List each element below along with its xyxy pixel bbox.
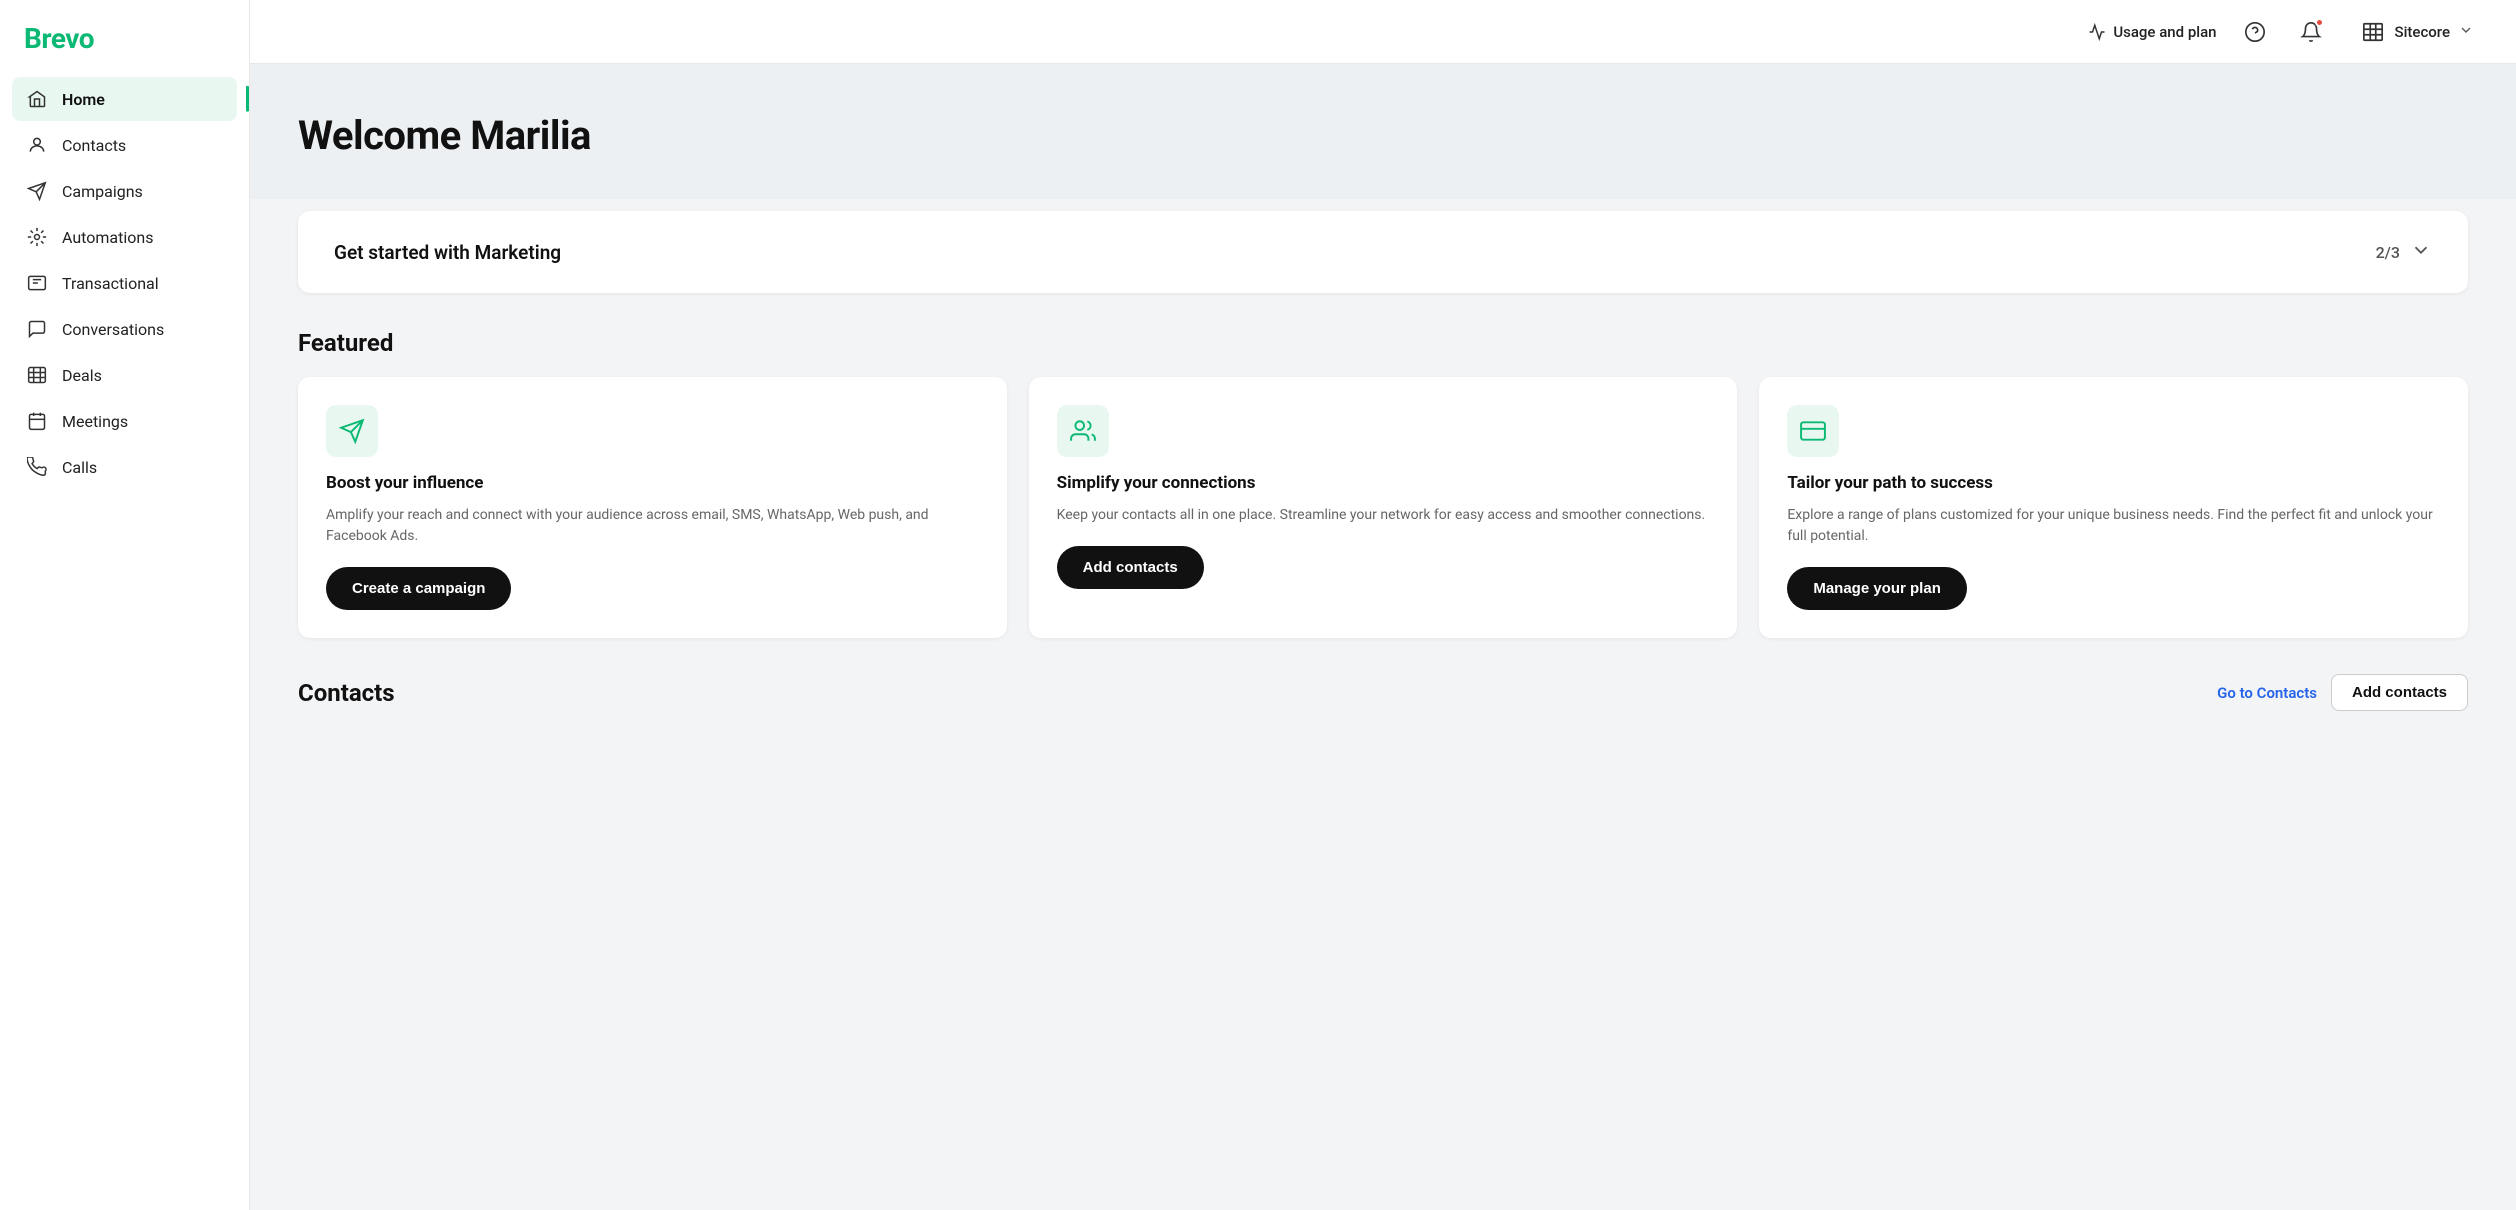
expand-icon xyxy=(2410,239,2432,265)
calls-icon xyxy=(26,456,48,478)
contacts-section-title: Contacts xyxy=(298,679,395,707)
contacts-section: Contacts Go to Contacts Add contacts xyxy=(250,638,2516,711)
connections-card-desc: Keep your contacts all in one place. Str… xyxy=(1057,505,1710,526)
featured-cards-grid: Boost your influence Amplify your reach … xyxy=(298,377,2468,638)
help-button[interactable] xyxy=(2237,14,2273,50)
account-chevron-icon xyxy=(2458,22,2474,42)
credit-card-icon xyxy=(1800,418,1826,444)
plan-card-icon xyxy=(1787,405,1839,457)
welcome-banner: Welcome Marilia xyxy=(250,64,2516,199)
featured-title: Featured xyxy=(298,329,2468,357)
boost-card-title: Boost your influence xyxy=(326,473,979,493)
boost-card-desc: Amplify your reach and connect with your… xyxy=(326,505,979,547)
goto-contacts-link[interactable]: Go to Contacts xyxy=(2217,684,2317,702)
contacts-header: Contacts Go to Contacts Add contacts xyxy=(298,674,2468,711)
connections-card-title: Simplify your connections xyxy=(1057,473,1710,493)
sidebar-item-conversations[interactable]: Conversations xyxy=(12,307,237,351)
sidebar-item-meetings-label: Meetings xyxy=(62,412,128,431)
campaigns-icon xyxy=(26,180,48,202)
tailor-card-title: Tailor your path to success xyxy=(1787,473,2440,493)
account-name: Sitecore xyxy=(2395,23,2450,41)
sidebar-item-deals[interactable]: Deals xyxy=(12,353,237,397)
usage-label: Usage and plan xyxy=(2113,23,2216,41)
logo: Brevo xyxy=(0,0,249,73)
transactional-icon xyxy=(26,272,48,294)
sidebar-item-campaigns[interactable]: Campaigns xyxy=(12,169,237,213)
sidebar-item-conversations-label: Conversations xyxy=(62,320,164,339)
add-contacts-button[interactable]: Add contacts xyxy=(1057,546,1204,589)
campaign-card-icon xyxy=(326,405,378,457)
send-icon xyxy=(339,418,365,444)
contacts-actions: Go to Contacts Add contacts xyxy=(2217,674,2468,711)
get-started-label: Get started with Marketing xyxy=(334,241,561,264)
activity-icon xyxy=(2088,23,2106,41)
sidebar-item-calls-label: Calls xyxy=(62,458,97,477)
usage-and-plan-button[interactable]: Usage and plan xyxy=(2088,23,2216,41)
notifications-button[interactable] xyxy=(2293,14,2329,50)
sidebar-item-contacts[interactable]: Contacts xyxy=(12,123,237,167)
sidebar-item-campaigns-label: Campaigns xyxy=(62,182,143,201)
notification-badge xyxy=(2315,18,2324,27)
manage-plan-button[interactable]: Manage your plan xyxy=(1787,567,1967,610)
main-area: Usage and plan Sitecore Welcome Marilia xyxy=(250,0,2516,1210)
sidebar-item-transactional-label: Transactional xyxy=(62,274,159,293)
brand-logo: Brevo xyxy=(24,22,94,55)
sidebar-nav: Home Contacts Campaigns Automations xyxy=(0,73,249,493)
sidebar-item-contacts-label: Contacts xyxy=(62,136,126,155)
simplify-connections-card: Simplify your connections Keep your cont… xyxy=(1029,377,1738,638)
progress-text: 2/3 xyxy=(2376,243,2400,262)
sidebar-item-meetings[interactable]: Meetings xyxy=(12,399,237,443)
create-campaign-button[interactable]: Create a campaign xyxy=(326,567,511,610)
users-icon xyxy=(1070,418,1096,444)
welcome-title: Welcome Marilia xyxy=(298,112,2468,159)
sidebar-item-deals-label: Deals xyxy=(62,366,102,385)
deals-icon xyxy=(26,364,48,386)
help-icon xyxy=(2244,21,2266,43)
sidebar-item-transactional[interactable]: Transactional xyxy=(12,261,237,305)
tailor-card-desc: Explore a range of plans customized for … xyxy=(1787,505,2440,547)
sidebar-item-automations-label: Automations xyxy=(62,228,153,247)
home-icon xyxy=(26,88,48,110)
building-icon xyxy=(2359,18,2387,46)
contacts-icon xyxy=(26,134,48,156)
contacts-add-button[interactable]: Add contacts xyxy=(2331,674,2468,711)
sidebar-item-calls[interactable]: Calls xyxy=(12,445,237,489)
sidebar-item-automations[interactable]: Automations xyxy=(12,215,237,259)
sidebar-item-home-label: Home xyxy=(62,90,105,109)
sidebar: Brevo Home Contacts Campaigns xyxy=(0,0,250,1210)
meetings-icon xyxy=(26,410,48,432)
conversations-icon xyxy=(26,318,48,340)
tailor-path-card: Tailor your path to success Explore a ra… xyxy=(1759,377,2468,638)
get-started-progress: 2/3 xyxy=(2376,239,2432,265)
topbar: Usage and plan Sitecore xyxy=(250,0,2516,64)
featured-section: Featured Boost your influence Amplify yo… xyxy=(250,293,2516,638)
contacts-card-icon xyxy=(1057,405,1109,457)
get-started-card[interactable]: Get started with Marketing 2/3 xyxy=(298,211,2468,293)
automations-icon xyxy=(26,226,48,248)
account-menu[interactable]: Sitecore xyxy=(2349,12,2484,52)
sidebar-item-home[interactable]: Home xyxy=(12,77,237,121)
boost-influence-card: Boost your influence Amplify your reach … xyxy=(298,377,1007,638)
page-content: Welcome Marilia Get started with Marketi… xyxy=(250,64,2516,1210)
